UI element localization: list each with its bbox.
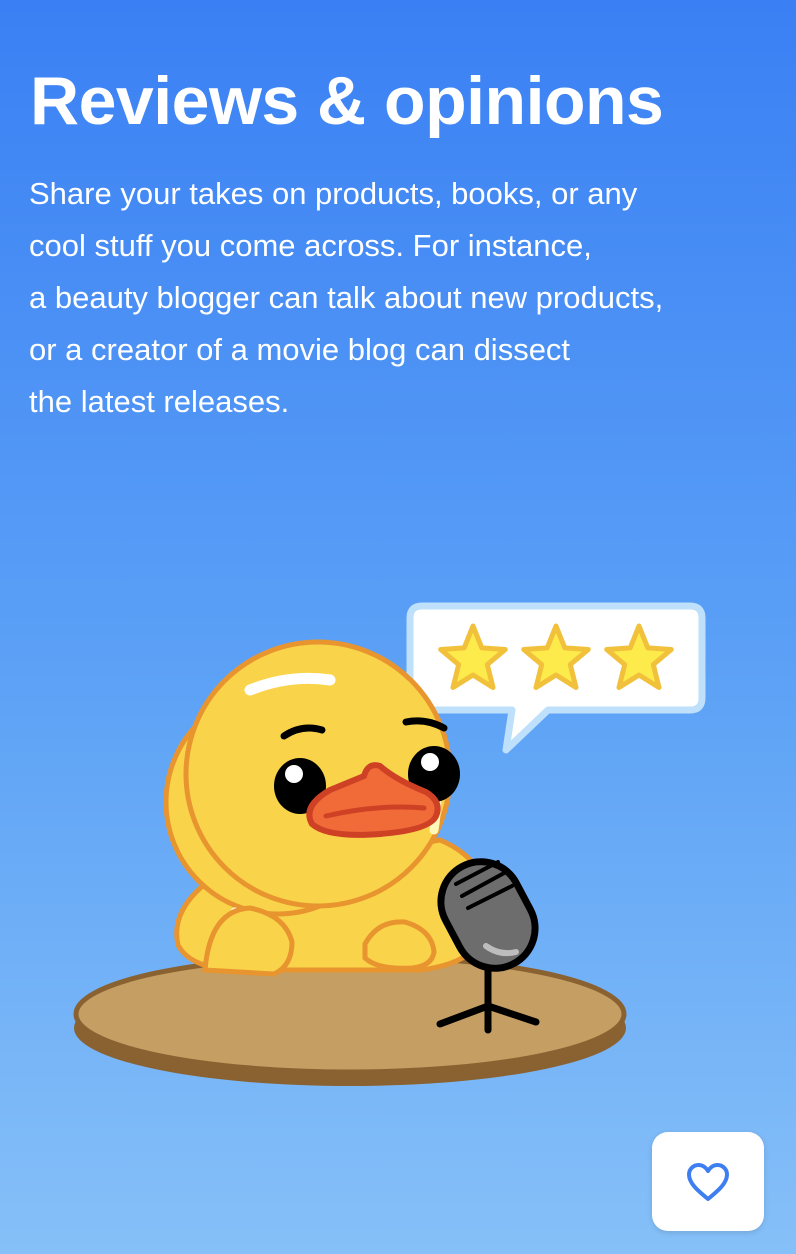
description-line: cool stuff you come across. For instance…	[29, 228, 592, 263]
description-line: a beauty blogger can talk about new prod…	[29, 280, 664, 315]
heart-icon	[687, 1162, 729, 1201]
speech-bubble	[406, 602, 706, 754]
description-line: the latest releases.	[29, 384, 290, 419]
description-line: or a creator of a movie blog can dissect	[29, 332, 571, 367]
page-title: Reviews & opinions	[30, 63, 664, 139]
table	[73, 953, 627, 1086]
page-description: Share your takes on products, books, or …	[29, 168, 779, 428]
screen: Reviews & opinions Share your takes on p…	[0, 0, 796, 1254]
description-line: Share your takes on products, books, or …	[29, 176, 638, 211]
duck-podcast-illustration	[73, 602, 706, 1086]
like-button[interactable]	[652, 1132, 764, 1231]
